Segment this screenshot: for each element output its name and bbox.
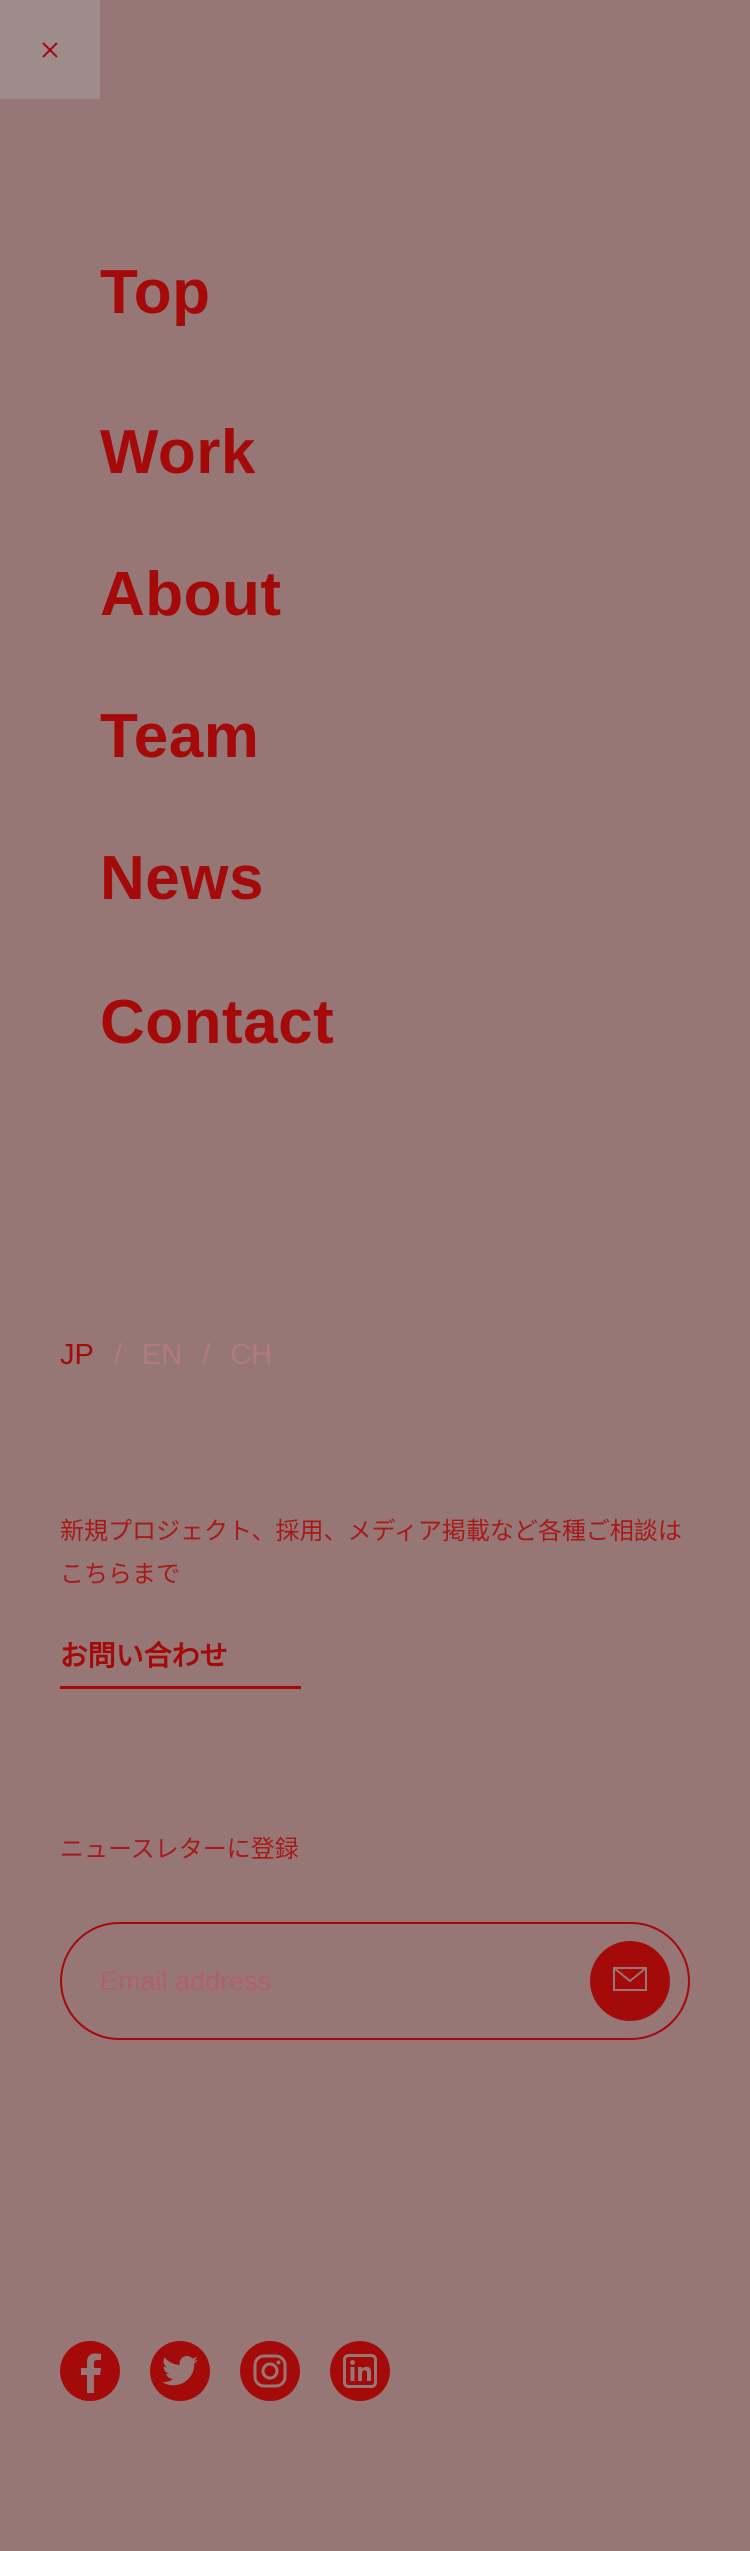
- divider-bottom: [60, 2191, 690, 2192]
- close-icon: [41, 41, 59, 59]
- language-separator: /: [202, 1339, 211, 1371]
- nav-item-work[interactable]: Work: [100, 422, 256, 484]
- language-option-ch[interactable]: CH: [230, 1341, 272, 1370]
- nav-item-contact[interactable]: Contact: [100, 992, 334, 1054]
- social-links: [60, 2341, 420, 2401]
- instagram-icon: [253, 2354, 287, 2388]
- newsletter-submit-button[interactable]: [590, 1941, 670, 2021]
- linkedin-link[interactable]: [330, 2341, 390, 2401]
- contact-link-underline: [60, 1686, 301, 1689]
- divider-top: [60, 1194, 690, 1195]
- newsletter-form: [60, 1922, 690, 2040]
- linkedin-icon: [343, 2354, 377, 2388]
- nav-item-news[interactable]: News: [100, 848, 264, 910]
- contact-description: 新規プロジェクト、採用、メディア掲載など各種ご相談はこちらまで: [60, 1518, 682, 1588]
- nav-item-about[interactable]: About: [100, 564, 282, 626]
- email-input[interactable]: [100, 1924, 560, 2038]
- language-option-jp[interactable]: JP: [60, 1341, 94, 1370]
- twitter-icon: [162, 2356, 198, 2386]
- contact-link[interactable]: お問い合わせ: [60, 1642, 228, 1670]
- nav-item-top[interactable]: Top: [100, 262, 211, 324]
- instagram-link[interactable]: [240, 2341, 300, 2401]
- language-option-en[interactable]: EN: [142, 1341, 182, 1370]
- language-separator: /: [113, 1339, 122, 1371]
- newsletter-label: ニュースレターに登録: [60, 1836, 299, 1863]
- close-button[interactable]: [0, 0, 100, 99]
- envelope-icon: [613, 1966, 647, 1996]
- facebook-icon: [76, 2349, 104, 2393]
- facebook-link[interactable]: [60, 2341, 120, 2401]
- nav-item-team[interactable]: Team: [100, 706, 259, 768]
- language-switcher: JP / EN / CH: [60, 1341, 272, 1370]
- twitter-link[interactable]: [150, 2341, 210, 2401]
